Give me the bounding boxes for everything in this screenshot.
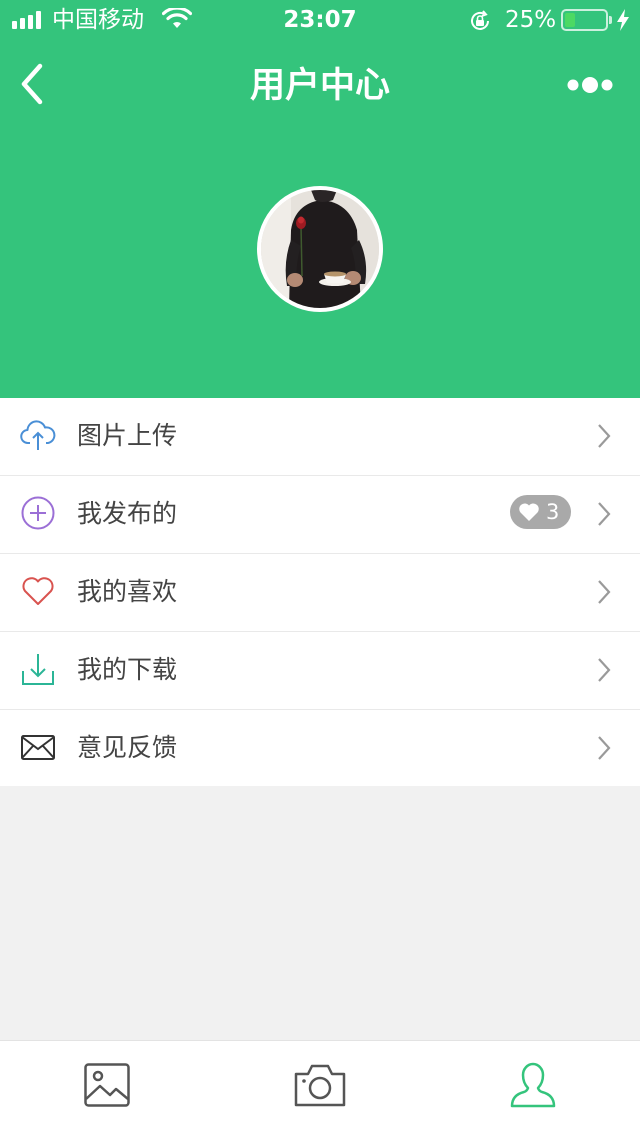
back-button[interactable] — [14, 62, 54, 106]
plus-circle-icon — [21, 496, 55, 530]
charging-bolt-icon — [617, 9, 629, 31]
menu-item-label: 意见反馈 — [77, 733, 178, 762]
menu-item-my-downloads[interactable]: 我的下载 — [0, 632, 640, 710]
chevron-right-icon — [598, 502, 611, 526]
battery-icon — [561, 9, 612, 31]
likes-badge: 3 — [510, 495, 572, 529]
menu-item-feedback[interactable]: 意见反馈 — [0, 710, 640, 786]
menu-item-label: 我的喜欢 — [77, 577, 178, 606]
tab-camera[interactable] — [213, 1041, 426, 1136]
nav-bar: 用户中心 — [0, 44, 640, 124]
chevron-right-icon — [598, 736, 611, 760]
avatar[interactable] — [257, 186, 383, 312]
download-icon — [22, 654, 54, 685]
more-button[interactable] — [562, 68, 618, 102]
avatar-photo — [261, 190, 379, 308]
heart-outline-icon — [22, 577, 54, 605]
menu-list: 图片上传 我发布的 3 我的喜欢 我的下载 意见反馈 — [0, 398, 640, 786]
likes-count: 3 — [546, 500, 560, 524]
header: 中国移动 23:07 25% 用户中心 — [0, 0, 640, 398]
orientation-lock-icon — [471, 10, 489, 30]
menu-item-label: 我的下载 — [77, 655, 178, 684]
battery-percent: 25% — [505, 7, 557, 33]
more-dots-icon — [567, 77, 613, 93]
tab-gallery[interactable] — [0, 1041, 213, 1136]
menu-item-label: 图片上传 — [77, 421, 178, 450]
tab-bar — [0, 1040, 640, 1136]
battery-level — [565, 13, 575, 27]
chevron-right-icon — [598, 424, 611, 448]
user-icon — [510, 1062, 555, 1108]
chevron-right-icon — [598, 658, 611, 682]
menu-item-my-posts[interactable]: 我发布的 3 — [0, 476, 640, 554]
cloud-upload-icon — [20, 420, 56, 450]
mail-icon — [21, 735, 55, 760]
camera-icon — [294, 1064, 345, 1107]
heart-icon — [519, 503, 539, 521]
chevron-right-icon — [598, 580, 611, 604]
menu-item-label: 我发布的 — [77, 499, 178, 528]
chevron-left-icon — [21, 63, 43, 105]
menu-item-upload[interactable]: 图片上传 — [0, 398, 640, 476]
tab-profile[interactable] — [426, 1041, 639, 1136]
status-bar: 中国移动 23:07 25% — [0, 0, 640, 40]
menu-item-my-likes[interactable]: 我的喜欢 — [0, 554, 640, 632]
image-icon — [83, 1063, 130, 1107]
page-title: 用户中心 — [249, 66, 390, 106]
